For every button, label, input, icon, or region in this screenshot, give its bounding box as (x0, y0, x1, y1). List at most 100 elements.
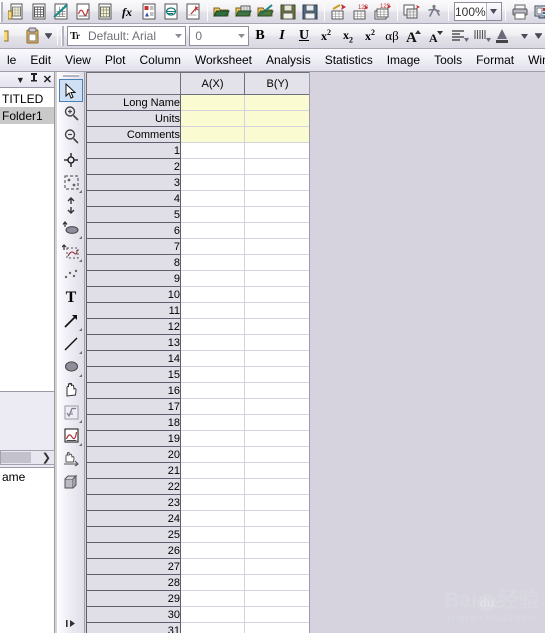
greek-button[interactable]: αβ (381, 25, 403, 47)
ellipse-tool[interactable] (59, 355, 83, 378)
row-header[interactable]: 11 (86, 302, 181, 319)
meta-cell[interactable] (180, 126, 245, 143)
underline-button[interactable]: U (293, 25, 315, 47)
row-header[interactable]: 6 (86, 222, 181, 239)
row-header[interactable]: 19 (86, 430, 181, 447)
data-cell[interactable] (244, 318, 309, 335)
menu-edit[interactable]: Edit (23, 51, 58, 69)
data-cell[interactable] (244, 446, 309, 463)
data-cell[interactable] (244, 462, 309, 479)
row-header[interactable]: 13 (86, 334, 181, 351)
row-header[interactable]: 20 (86, 446, 181, 463)
row-header[interactable]: 14 (86, 350, 181, 367)
format-toolbar-overflow-icon[interactable] (535, 33, 542, 39)
menu-view[interactable]: View (58, 51, 98, 69)
data-cell[interactable] (180, 302, 245, 319)
data-cell[interactable] (244, 622, 309, 633)
import-single-ascii-icon[interactable]: 123 (350, 1, 372, 23)
row-header[interactable]: 5 (86, 206, 181, 223)
regional-mask-tool[interactable] (59, 171, 83, 194)
data-cell[interactable] (244, 254, 309, 271)
tools-palette-expand-icon[interactable] (65, 619, 77, 630)
row-header[interactable]: 1 (86, 142, 181, 159)
data-cell[interactable] (244, 206, 309, 223)
data-reader-tool[interactable] (59, 194, 83, 217)
row-header[interactable]: 15 (86, 366, 181, 383)
meta-cell[interactable] (180, 94, 245, 111)
meta-row-label[interactable]: Units (86, 110, 181, 127)
data-cell[interactable] (180, 542, 245, 559)
data-cell[interactable] (180, 238, 245, 255)
row-header[interactable]: 7 (86, 238, 181, 255)
toolbar-overflow-icon[interactable] (44, 33, 54, 39)
menu-tools[interactable]: Tools (427, 51, 469, 69)
data-cell[interactable] (180, 222, 245, 239)
tool-flyout-flag[interactable] (79, 236, 82, 239)
chevron-down-icon[interactable] (171, 34, 185, 38)
data-cell[interactable] (180, 142, 245, 159)
tree-item-project[interactable]: TITLED (0, 90, 54, 107)
data-cell[interactable] (180, 462, 245, 479)
font-face-combo[interactable]: T r Default: Arial (66, 26, 187, 46)
menu-plot[interactable]: Plot (98, 51, 133, 69)
pan-tool[interactable] (59, 378, 83, 401)
line-tool[interactable] (59, 332, 83, 355)
project-tree-hscrollbar[interactable]: ❯ (0, 450, 55, 465)
print-icon[interactable] (509, 1, 531, 23)
row-header[interactable]: 10 (86, 286, 181, 303)
row-header[interactable]: 29 (86, 590, 181, 607)
data-cell[interactable] (244, 286, 309, 303)
data-cell[interactable] (244, 158, 309, 175)
new-layout-icon[interactable] (138, 1, 160, 23)
menu-image[interactable]: Image (380, 51, 427, 69)
tool-flyout-flag[interactable] (79, 351, 82, 354)
panel-menu-icon[interactable]: ▼ (16, 75, 25, 85)
data-cell[interactable] (244, 174, 309, 191)
magnify-tool[interactable] (59, 447, 83, 470)
data-cell[interactable] (180, 174, 245, 191)
data-cell[interactable] (244, 414, 309, 431)
data-cell[interactable] (180, 494, 245, 511)
row-header[interactable]: 18 (86, 414, 181, 431)
new-workbook-icon[interactable] (28, 1, 50, 23)
row-header[interactable]: 27 (86, 558, 181, 575)
column-header-a[interactable]: A(X) (180, 72, 245, 95)
data-cell[interactable] (180, 430, 245, 447)
bold-button[interactable]: B (249, 25, 271, 47)
select-all-corner[interactable] (86, 72, 181, 95)
worksheet-table[interactable]: A(X) B(Y) Long Name Units Comments 1 2 3 4 5 6 7 8… (86, 72, 309, 633)
menu-format[interactable]: Format (469, 51, 521, 69)
pointer-tool[interactable] (59, 79, 83, 102)
menu-statistics[interactable]: Statistics (318, 51, 380, 69)
zoom-out-tool[interactable] (59, 125, 83, 148)
draw-data-tool[interactable] (59, 263, 83, 286)
open-icon[interactable] (211, 1, 233, 23)
tree-item-folder1[interactable]: Folder1 (0, 107, 54, 124)
tool-flyout-flag[interactable] (79, 328, 82, 331)
format-toolbar-grip[interactable] (60, 26, 66, 46)
data-cell[interactable] (244, 222, 309, 239)
chevron-down-icon[interactable] (485, 3, 501, 20)
print-preview-icon[interactable] (531, 1, 545, 23)
insert-graph-tool[interactable] (59, 424, 83, 447)
data-cell[interactable] (180, 398, 245, 415)
data-cell[interactable] (244, 510, 309, 527)
regional-data-tool[interactable] (59, 240, 83, 263)
data-cell[interactable] (180, 414, 245, 431)
data-cell[interactable] (180, 366, 245, 383)
data-cell[interactable] (244, 542, 309, 559)
data-cell[interactable] (180, 270, 245, 287)
tool-flyout-flag[interactable] (79, 190, 82, 193)
row-header[interactable]: 8 (86, 254, 181, 271)
menu-analysis[interactable]: Analysis (259, 51, 318, 69)
new-graph-icon[interactable] (50, 1, 72, 23)
data-cell[interactable] (180, 590, 245, 607)
data-cell[interactable] (180, 558, 245, 575)
meta-cell[interactable] (244, 126, 309, 143)
data-cell[interactable] (244, 142, 309, 159)
data-cell[interactable] (180, 606, 245, 623)
screen-reader-tool[interactable] (59, 148, 83, 171)
data-cell[interactable] (180, 510, 245, 527)
new-fx-icon[interactable]: fx (116, 1, 138, 23)
refresh-icon[interactable] (423, 1, 445, 23)
